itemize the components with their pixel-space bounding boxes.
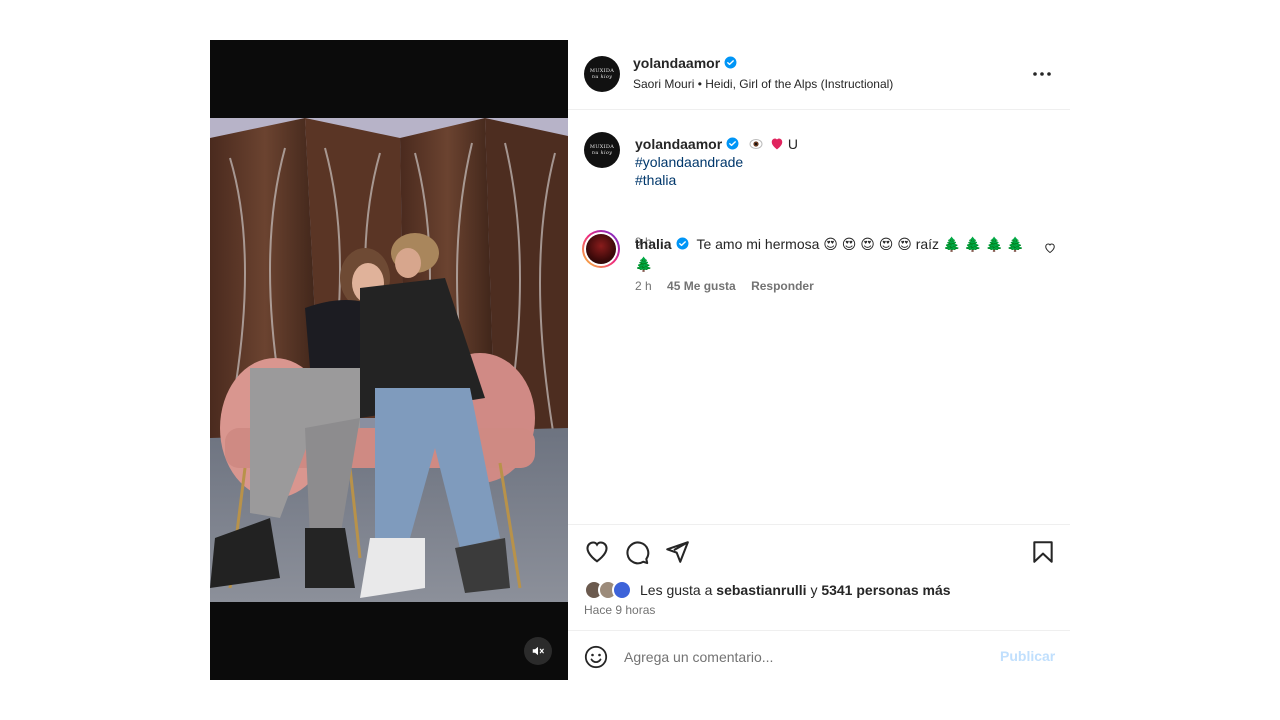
hashtag-link-2[interactable]: #thalia <box>635 171 1055 189</box>
verified-icon <box>726 137 739 150</box>
liker-avatar-3[interactable] <box>612 580 632 600</box>
emoji-icon[interactable] <box>584 645 608 669</box>
commenter-photo <box>586 234 616 264</box>
comment-text: thalia Te amo mi hermosa 😍 😍 😍 😍 😍 raíz … <box>635 234 1035 274</box>
post-header: MUXIDA nu kioy yolandaamor Saori Mouri •… <box>568 40 1070 110</box>
likes-others[interactable]: 5341 personas más <box>821 582 950 598</box>
caption-author-username[interactable]: yolandaamor <box>635 136 722 152</box>
likes-summary: Les gusta a sebastianrulli y 5341 person… <box>584 579 951 601</box>
post-details-panel: MUXIDA nu kioy yolandaamor Saori Mouri •… <box>568 40 1070 680</box>
comment-time: 2 h <box>635 279 652 293</box>
comment-meta: 2 h 45 Me gusta Responder <box>635 279 826 293</box>
mute-icon <box>532 646 544 656</box>
reply-button[interactable]: Responder <box>751 279 814 293</box>
mute-button[interactable] <box>524 637 552 665</box>
comment-like-heart-icon[interactable] <box>1044 242 1056 254</box>
liker-username[interactable]: sebastianrulli <box>716 582 806 598</box>
caption-author-avatar[interactable]: MUXIDA nu kioy <box>584 132 620 168</box>
likes-text: Les gusta a sebastianrulli y 5341 person… <box>640 582 951 598</box>
more-options-button[interactable] <box>1030 62 1054 86</box>
commenter-username[interactable]: thalia <box>635 236 672 252</box>
red-heart-icon <box>771 138 783 150</box>
caption-suffix: U <box>787 136 798 152</box>
author-avatar[interactable]: MUXIDA nu kioy <box>584 56 620 92</box>
audio-track[interactable]: Saori Mouri • Heidi, Girl of the Alps (I… <box>633 77 893 91</box>
comment-icon[interactable] <box>624 539 650 565</box>
avatar-logo: MUXIDA nu kioy <box>589 68 615 80</box>
post-timestamp: Hace 9 horas <box>584 603 656 617</box>
post-photo[interactable] <box>210 118 568 602</box>
post-actions: Les gusta a sebastianrulli y 5341 person… <box>568 524 1070 630</box>
heart-icon[interactable] <box>584 539 610 565</box>
post-media <box>210 40 568 680</box>
instagram-post: MUXIDA nu kioy yolandaamor Saori Mouri •… <box>210 40 1070 680</box>
comment-likes[interactable]: 45 Me gusta <box>667 279 736 293</box>
bookmark-icon[interactable] <box>1030 539 1056 565</box>
more-icon <box>1033 72 1051 76</box>
caption-text: yolandaamor U #yolandaandrade #thalia <box>635 135 1055 189</box>
hashtag-link-1[interactable]: #yolandaandrade <box>635 153 1055 171</box>
add-comment-bar: Publicar <box>568 630 1070 680</box>
commenter-avatar[interactable] <box>582 230 620 268</box>
comment-input[interactable] <box>624 645 984 669</box>
share-icon[interactable] <box>664 539 690 565</box>
author-info: yolandaamor <box>633 55 737 71</box>
eye-emoji-icon <box>749 139 763 149</box>
comment-body: Te amo mi hermosa 😍 😍 😍 😍 😍 raíz 🌲 🌲 🌲 🌲… <box>635 236 1025 272</box>
author-username[interactable]: yolandaamor <box>633 55 720 71</box>
verified-icon <box>724 56 737 69</box>
publish-button[interactable]: Publicar <box>1000 648 1055 664</box>
verified-icon <box>676 237 689 250</box>
avatar-logo: MUXIDA nu kioy <box>589 144 615 156</box>
